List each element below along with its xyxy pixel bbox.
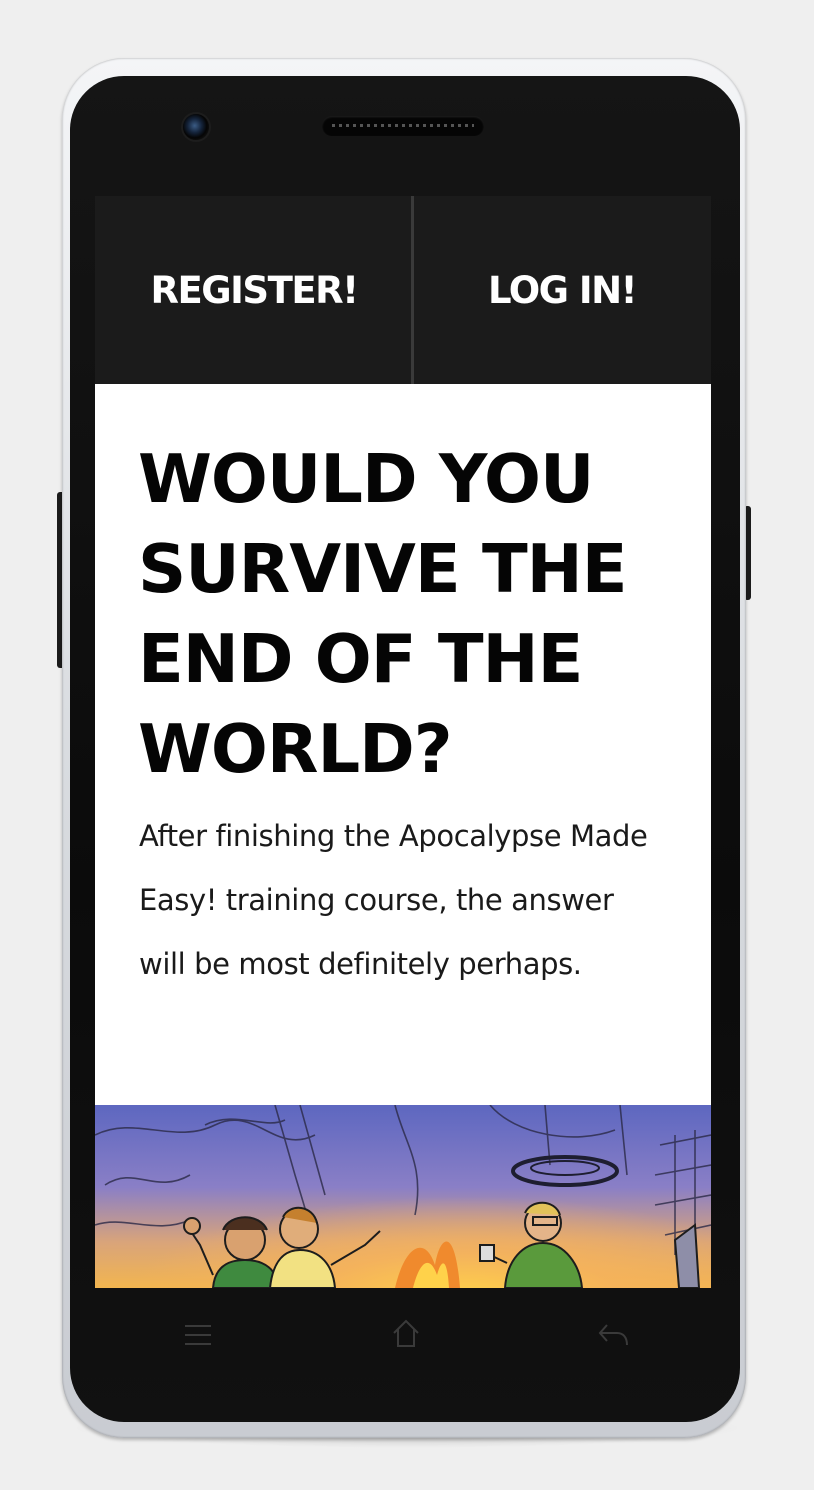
campfire-illustration: [95, 1105, 711, 1288]
page-headline: WOULD YOU SURVIVE THE END OF THE WORLD?: [138, 440, 628, 788]
intro-paragraph: After finishing the Apocalypse Made Easy…: [139, 819, 648, 981]
register-button[interactable]: REGISTER!: [95, 196, 413, 384]
front-camera: [183, 114, 209, 140]
home-icon[interactable]: [391, 1318, 421, 1348]
top-navigation: REGISTER! LOG IN!: [95, 196, 711, 384]
earpiece-speaker: [322, 116, 484, 136]
back-icon[interactable]: [597, 1321, 629, 1347]
login-button[interactable]: LOG IN!: [413, 196, 711, 384]
phone-screen: REGISTER! LOG IN! WOULD YOU SURVIVE THE …: [95, 196, 711, 1288]
menu-icon[interactable]: [184, 1322, 212, 1348]
